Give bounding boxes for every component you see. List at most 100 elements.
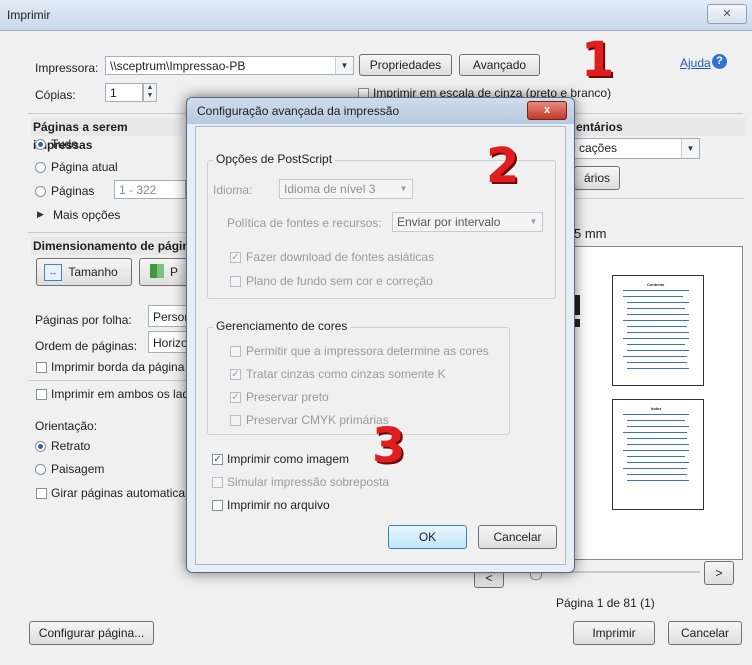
toc-line [627, 420, 685, 421]
toc-line [627, 308, 685, 309]
toc-line [623, 356, 687, 357]
landscape-label: Paisagem [51, 462, 105, 476]
pages-range-radio[interactable] [35, 186, 46, 197]
close-button[interactable]: ✕ [707, 4, 747, 24]
toc-line [627, 426, 689, 427]
poster-button-label: P [170, 265, 179, 279]
toc-line [627, 314, 689, 315]
toc-line [627, 332, 689, 333]
print-border-checkbox[interactable] [36, 362, 47, 373]
portrait-radio[interactable] [35, 441, 46, 452]
poster-button[interactable]: P [139, 258, 189, 286]
page-setup-button[interactable]: Configurar página... [29, 621, 154, 645]
comments-value: cações [579, 141, 618, 155]
portrait-label: Retrato [51, 439, 91, 453]
toc-line [627, 438, 687, 439]
gray-as-k-checkbox[interactable]: ✓ [230, 369, 241, 380]
printer-label: Impressora: [35, 61, 99, 75]
ok-button[interactable]: OK [388, 525, 467, 549]
advanced-close-button[interactable]: x [527, 101, 567, 120]
toc-line [627, 462, 689, 463]
preview-page-1: Contents [612, 275, 704, 386]
asian-fonts-label: Fazer download de fontes asiáticas [246, 250, 435, 264]
triangle-right-icon[interactable]: ▶ [37, 209, 44, 220]
title-bar: Imprimir ✕ [0, 0, 752, 31]
toc-line [623, 296, 683, 297]
chevron-right-icon: > [715, 566, 723, 580]
font-policy-select[interactable]: Enviar por intervalo ▼ [392, 212, 543, 232]
gray-as-k-label: Tratar cinzas como cinzas somente K [246, 367, 446, 381]
printer-value: \\sceptrum\Impressao-PB [110, 59, 246, 73]
print-to-file-checkbox[interactable] [212, 500, 223, 511]
orientation-label: Orientação: [35, 419, 98, 433]
divider [28, 380, 188, 381]
toc-line [627, 456, 685, 457]
size-button[interactable]: ↔ Tamanho [36, 258, 132, 286]
toc-line [623, 338, 689, 339]
toc-line [627, 350, 689, 351]
preview-heading-1: Contents [647, 282, 665, 287]
pages-range-input[interactable]: 1 - 322 [114, 180, 186, 199]
language-value: Idioma de nível 3 [284, 182, 376, 196]
auto-rotate-checkbox[interactable] [36, 488, 47, 499]
marker-3: 3 [372, 418, 406, 474]
preserve-cmyk-checkbox[interactable] [230, 415, 241, 426]
more-options-link[interactable]: Mais opções [53, 208, 120, 222]
advanced-title: Configuração avançada da impressão [197, 104, 400, 118]
window-title: Imprimir [7, 8, 51, 22]
language-select[interactable]: Idioma de nível 3 ▼ [279, 179, 413, 199]
chevron-down-icon: ▼ [395, 180, 412, 198]
printer-determines-checkbox[interactable] [230, 346, 241, 357]
toc-line [627, 344, 685, 345]
paper-size-readout: 5 mm [574, 226, 607, 241]
toc-line [627, 480, 689, 481]
copies-input[interactable]: 1 [105, 83, 143, 102]
advanced-title-bar: Configuração avançada da impressão x [187, 98, 574, 124]
toc-line [627, 474, 687, 475]
print-button[interactable]: Imprimir [573, 621, 655, 645]
comments-summary-button[interactable]: ários [574, 166, 620, 190]
page-indicator: Página 1 de 81 (1) [556, 596, 655, 610]
toc-line [623, 320, 689, 321]
preserve-black-label: Preservar preto [246, 390, 329, 404]
grid-icon [150, 264, 164, 278]
properties-button[interactable]: Propriedades [359, 54, 452, 76]
advanced-cancel-button[interactable]: Cancelar [478, 525, 557, 549]
preserve-black-checkbox[interactable]: ✓ [230, 392, 241, 403]
simulate-overprint-checkbox[interactable] [212, 477, 223, 488]
font-policy-value: Enviar por intervalo [397, 215, 501, 229]
copies-label: Cópias: [35, 88, 76, 102]
duplex-checkbox[interactable] [36, 389, 47, 400]
pages-range-label: Páginas [51, 184, 95, 198]
print-as-image-checkbox[interactable]: ✓ [212, 454, 223, 465]
pages-current-radio[interactable] [35, 162, 46, 173]
chevron-down-icon: ▼ [335, 57, 353, 74]
toc-line [627, 444, 689, 445]
simulate-overprint-label: Simular impressão sobreposta [227, 475, 390, 489]
advanced-print-dialog: Configuração avançada da impressão x Opç… [186, 97, 575, 573]
toc-line [627, 362, 687, 363]
chevron-down-icon: ▼ [525, 213, 542, 231]
question-circle-icon[interactable]: ? [712, 54, 727, 69]
print-as-image-label: Imprimir como imagem [227, 452, 350, 466]
landscape-radio[interactable] [35, 464, 46, 475]
next-page-button[interactable]: > [704, 561, 734, 585]
asian-fonts-checkbox[interactable]: ✓ [230, 252, 241, 263]
divider [574, 198, 744, 199]
comments-select[interactable]: cações ▼ [574, 138, 700, 159]
advanced-button[interactable]: Avançado [459, 54, 540, 76]
size-button-label: Tamanho [68, 265, 118, 279]
help-link[interactable]: Ajuda [680, 56, 711, 70]
cancel-button[interactable]: Cancelar [668, 621, 742, 645]
toc-line [623, 432, 687, 433]
toc-line [623, 414, 689, 415]
printer-select[interactable]: \\sceptrum\Impressao-PB ▼ [105, 56, 354, 75]
pages-heading: Páginas a serem impressas [31, 118, 183, 152]
no-color-background-checkbox[interactable] [230, 276, 241, 287]
page-order-label: Ordem de páginas: [35, 339, 138, 353]
print-to-file-label: Imprimir no arquivo [227, 498, 330, 512]
copies-stepper[interactable]: ▲ ▼ [143, 83, 157, 102]
pages-all-radio[interactable] [35, 139, 46, 150]
no-color-background-label: Plano de fundo sem cor e correção [246, 274, 433, 288]
pages-per-sheet-label: Páginas por folha: [35, 313, 132, 327]
